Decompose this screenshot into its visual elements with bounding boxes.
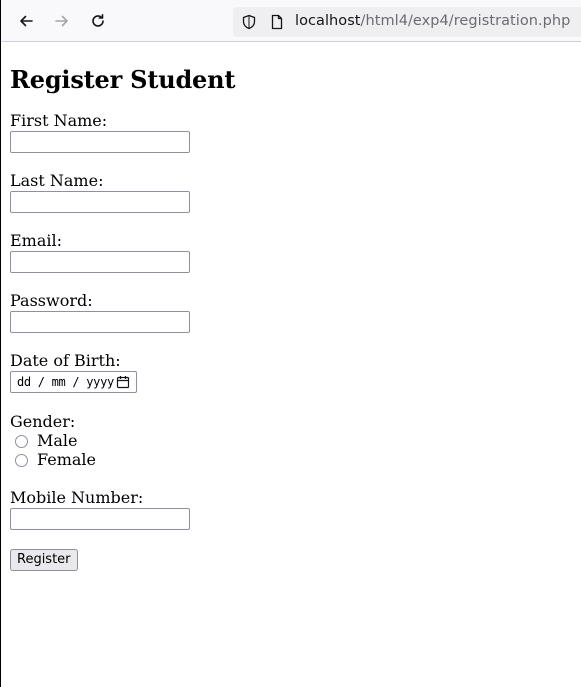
dob-input[interactable]: dd / mm / yyyy	[10, 371, 137, 393]
calendar-icon[interactable]	[116, 375, 130, 389]
dob-label: Date of Birth:	[10, 351, 121, 370]
page-icon[interactable]	[269, 14, 285, 30]
gender-label: Gender:	[10, 412, 76, 431]
email-label: Email:	[10, 231, 63, 250]
page-title: Register Student	[10, 65, 236, 94]
shield-icon[interactable]	[241, 14, 257, 30]
url-bar[interactable]: localhost/html4/exp4/registration.php	[233, 7, 581, 37]
last-name-input[interactable]	[10, 191, 190, 213]
first-name-input[interactable]	[10, 131, 190, 153]
reload-button[interactable]	[85, 8, 111, 34]
first-name-label: First Name:	[10, 111, 108, 130]
back-button[interactable]	[13, 8, 39, 34]
password-label: Password:	[10, 291, 93, 310]
gender-male-radio[interactable]	[15, 435, 28, 448]
back-arrow-icon	[20, 15, 33, 27]
gender-male-label: Male	[37, 431, 78, 450]
url-path: /html4/exp4/registration.php	[360, 13, 571, 29]
mobile-label: Mobile Number:	[10, 488, 144, 507]
gender-female-label: Female	[37, 450, 96, 469]
gender-female-radio[interactable]	[15, 454, 28, 467]
browser-toolbar: localhost/html4/exp4/registration.php	[1, 0, 581, 42]
url-text[interactable]: localhost/html4/exp4/registration.php	[295, 13, 570, 29]
email-input[interactable]	[10, 251, 190, 273]
reload-icon	[92, 14, 104, 27]
forward-button[interactable]	[49, 8, 75, 34]
last-name-label: Last Name:	[10, 171, 104, 190]
register-button[interactable]: Register	[10, 549, 78, 571]
mobile-input[interactable]	[10, 508, 190, 530]
password-input[interactable]	[10, 311, 190, 333]
forward-arrow-icon	[55, 15, 68, 27]
dob-placeholder: dd / mm / yyyy	[17, 375, 114, 389]
url-host: localhost	[295, 13, 361, 29]
